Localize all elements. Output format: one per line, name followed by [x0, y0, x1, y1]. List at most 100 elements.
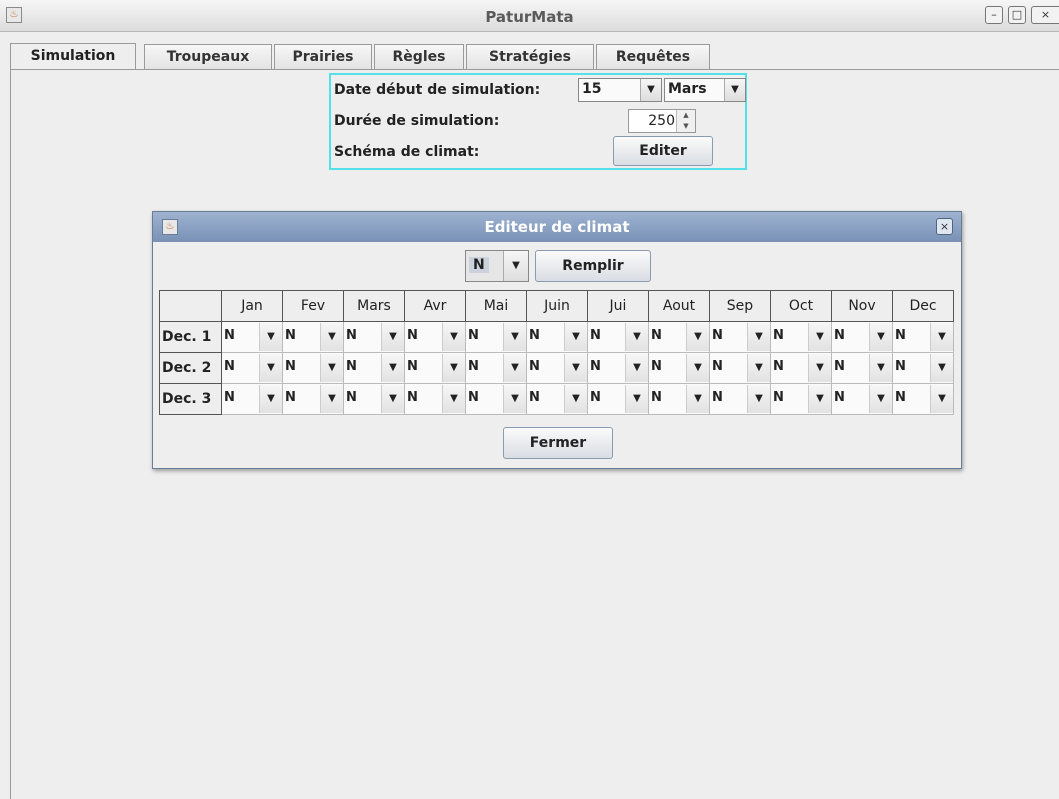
fill-value-combo[interactable]: N ▼: [465, 250, 529, 282]
chevron-down-icon[interactable]: ▼: [442, 354, 465, 382]
tab-prairies[interactable]: Prairies: [274, 44, 372, 69]
climate-cell-combo[interactable]: N ▼: [771, 323, 831, 351]
chevron-down-icon[interactable]: ▼: [686, 354, 709, 382]
close-icon[interactable]: ×: [1031, 6, 1059, 24]
climate-cell-combo[interactable]: N ▼: [527, 323, 587, 351]
climate-cell-combo[interactable]: N ▼: [588, 385, 648, 413]
chevron-down-icon[interactable]: ▼: [808, 354, 831, 382]
climate-cell[interactable]: N ▼: [404, 352, 466, 384]
climate-cell[interactable]: N ▼: [587, 321, 649, 353]
climate-cell[interactable]: N ▼: [587, 352, 649, 384]
climate-cell[interactable]: N ▼: [343, 383, 405, 415]
climate-cell[interactable]: N ▼: [892, 352, 954, 384]
climate-cell[interactable]: N ▼: [526, 321, 588, 353]
climate-cell-combo[interactable]: N ▼: [344, 385, 404, 413]
climate-cell-combo[interactable]: N ▼: [283, 354, 343, 382]
tab-requetes[interactable]: Requêtes: [596, 44, 710, 69]
chevron-down-icon[interactable]: ▼: [747, 385, 770, 413]
climate-cell-combo[interactable]: N ▼: [649, 385, 709, 413]
chevron-down-icon[interactable]: ▼: [320, 323, 343, 351]
climate-cell[interactable]: N ▼: [404, 321, 466, 353]
climate-cell[interactable]: N ▼: [770, 383, 832, 415]
climate-cell[interactable]: N ▼: [709, 321, 771, 353]
climate-cell[interactable]: N ▼: [343, 321, 405, 353]
climate-cell-combo[interactable]: N ▼: [344, 323, 404, 351]
tab-simulation[interactable]: Simulation: [10, 43, 136, 70]
climate-cell-combo[interactable]: N ▼: [893, 323, 953, 351]
climate-cell[interactable]: N ▼: [831, 352, 893, 384]
climate-cell-combo[interactable]: N ▼: [649, 354, 709, 382]
climate-cell-combo[interactable]: N ▼: [710, 323, 770, 351]
chevron-down-icon[interactable]: ▼: [625, 354, 648, 382]
climate-cell-combo[interactable]: N ▼: [893, 354, 953, 382]
climate-cell-combo[interactable]: N ▼: [832, 354, 892, 382]
climate-cell[interactable]: N ▼: [282, 321, 344, 353]
chevron-down-icon[interactable]: ▼: [259, 385, 282, 413]
climate-cell-combo[interactable]: N ▼: [710, 354, 770, 382]
chevron-down-icon[interactable]: ▼: [869, 385, 892, 413]
tab-strategies[interactable]: Stratégies: [466, 44, 594, 69]
chevron-down-icon[interactable]: ▼: [808, 323, 831, 351]
fill-button[interactable]: Remplir: [535, 250, 651, 282]
climate-cell[interactable]: N ▼: [221, 321, 283, 353]
spinner-arrows-icon[interactable]: ▲ ▼: [676, 110, 695, 132]
climate-cell-combo[interactable]: N ▼: [222, 385, 282, 413]
climate-cell[interactable]: N ▼: [343, 352, 405, 384]
climate-cell-combo[interactable]: N ▼: [283, 385, 343, 413]
duration-spinner[interactable]: 250 ▲ ▼: [628, 109, 696, 133]
chevron-down-icon[interactable]: ▼: [564, 354, 587, 382]
climate-cell[interactable]: N ▼: [648, 383, 710, 415]
climate-cell-combo[interactable]: N ▼: [771, 354, 831, 382]
chevron-down-icon[interactable]: ▼: [724, 79, 745, 101]
chevron-down-icon[interactable]: ▼: [869, 354, 892, 382]
chevron-down-icon[interactable]: ▼: [381, 385, 404, 413]
climate-cell-combo[interactable]: N ▼: [588, 323, 648, 351]
tab-troupeaux[interactable]: Troupeaux: [144, 44, 272, 69]
climate-cell-combo[interactable]: N ▼: [527, 354, 587, 382]
chevron-down-icon[interactable]: ▼: [564, 385, 587, 413]
climate-cell-combo[interactable]: N ▼: [588, 354, 648, 382]
chevron-down-icon[interactable]: ▼: [869, 323, 892, 351]
chevron-down-icon[interactable]: ▼: [442, 323, 465, 351]
chevron-down-icon[interactable]: ▼: [503, 354, 526, 382]
climate-cell[interactable]: N ▼: [465, 352, 527, 384]
chevron-down-icon[interactable]: ▼: [808, 385, 831, 413]
start-day-combo[interactable]: 15 ▼: [578, 78, 662, 102]
climate-cell[interactable]: N ▼: [770, 321, 832, 353]
chevron-down-icon[interactable]: ▼: [259, 323, 282, 351]
climate-cell-combo[interactable]: N ▼: [710, 385, 770, 413]
climate-cell[interactable]: N ▼: [465, 383, 527, 415]
climate-cell[interactable]: N ▼: [282, 383, 344, 415]
climate-cell[interactable]: N ▼: [709, 383, 771, 415]
chevron-down-icon[interactable]: ▼: [640, 79, 661, 101]
climate-cell[interactable]: N ▼: [831, 321, 893, 353]
chevron-down-icon[interactable]: ▼: [503, 251, 528, 281]
close-icon[interactable]: ×: [936, 218, 953, 235]
chevron-down-icon[interactable]: ▼: [686, 323, 709, 351]
climate-cell-combo[interactable]: N ▼: [771, 385, 831, 413]
climate-cell-combo[interactable]: N ▼: [405, 354, 465, 382]
chevron-down-icon[interactable]: ▼: [625, 385, 648, 413]
climate-cell[interactable]: N ▼: [648, 352, 710, 384]
chevron-down-icon[interactable]: ▼: [503, 323, 526, 351]
climate-cell[interactable]: N ▼: [404, 383, 466, 415]
climate-cell-combo[interactable]: N ▼: [283, 323, 343, 351]
climate-cell[interactable]: N ▼: [282, 352, 344, 384]
climate-cell-combo[interactable]: N ▼: [527, 385, 587, 413]
chevron-down-icon[interactable]: ▼: [320, 354, 343, 382]
climate-cell[interactable]: N ▼: [221, 383, 283, 415]
chevron-down-icon[interactable]: ▼: [442, 385, 465, 413]
chevron-down-icon[interactable]: ▼: [503, 385, 526, 413]
climate-cell-combo[interactable]: N ▼: [222, 323, 282, 351]
chevron-down-icon[interactable]: ▼: [930, 323, 953, 351]
chevron-down-icon[interactable]: ▼: [259, 354, 282, 382]
chevron-down-icon[interactable]: ▼: [381, 354, 404, 382]
climate-cell[interactable]: N ▼: [709, 352, 771, 384]
chevron-down-icon[interactable]: ▼: [625, 323, 648, 351]
climate-cell-combo[interactable]: N ▼: [649, 323, 709, 351]
climate-cell-combo[interactable]: N ▼: [405, 323, 465, 351]
climate-cell[interactable]: N ▼: [831, 383, 893, 415]
chevron-down-icon[interactable]: ▼: [381, 323, 404, 351]
climate-cell-combo[interactable]: N ▼: [466, 354, 526, 382]
chevron-down-icon[interactable]: ▼: [320, 385, 343, 413]
